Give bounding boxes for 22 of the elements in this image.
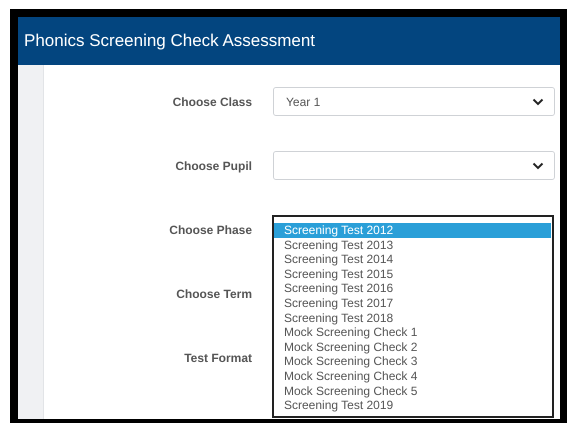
dropdown-option[interactable]: Mock Screening Check 4 — [274, 368, 551, 384]
dropdown-option[interactable]: Mock Screening Check 1 — [274, 325, 551, 340]
chevron-down-icon — [532, 98, 544, 106]
select-field[interactable]: Year 1 — [273, 87, 555, 116]
dropdown-option[interactable]: Screening Test 2018 — [274, 310, 551, 326]
dropdown-option[interactable]: Screening Test 2016 — [274, 281, 551, 296]
dropdown-option[interactable]: Mock Screening Check 3 — [274, 354, 551, 369]
dropdown-option[interactable]: Mock Screening Check 5 — [274, 384, 551, 398]
field-label: Choose Phase — [168, 222, 252, 236]
select-field[interactable] — [273, 151, 555, 180]
chevron-down-icon — [532, 162, 544, 170]
dropdown-option[interactable]: Screening Test 2017 — [274, 296, 551, 311]
field-label: Choose Pupil — [174, 158, 252, 172]
field-label: Test Format — [183, 350, 252, 364]
dropdown-option[interactable]: Screening Test 2013 — [274, 238, 551, 252]
dropdown-option[interactable]: Screening Test 2014 — [274, 252, 551, 267]
field-label: Choose Term — [175, 286, 252, 300]
page-title: Phonics Screening Check Assessment — [24, 31, 316, 51]
field-label: Choose Class — [172, 94, 252, 108]
dropdown-option[interactable]: Screening Test 2015 — [274, 266, 551, 282]
dropdown-option[interactable]: Screening Test 2019 — [274, 398, 551, 413]
dropdown-option[interactable]: Mock Screening Check 2 — [274, 340, 551, 354]
